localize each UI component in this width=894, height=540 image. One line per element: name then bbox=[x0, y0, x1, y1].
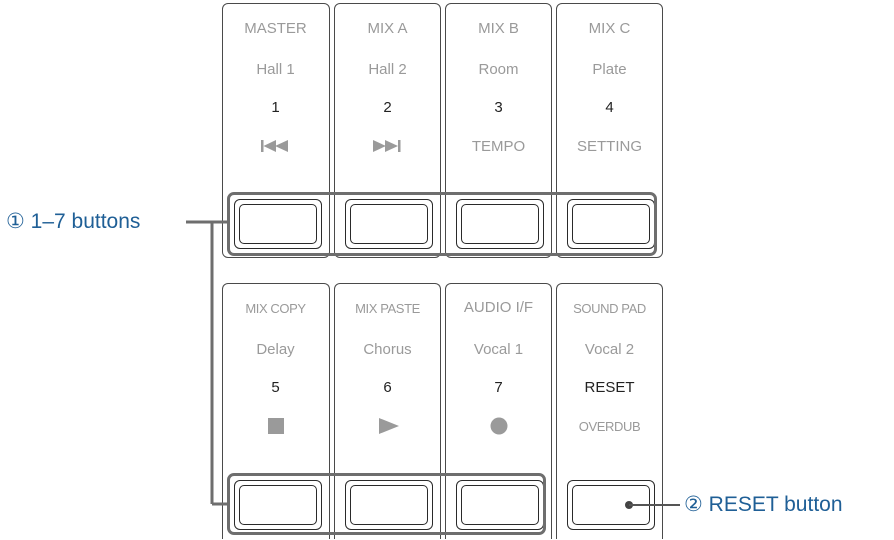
callout-reset-button: ② RESET button bbox=[684, 493, 843, 516]
callout-lines bbox=[186, 220, 680, 509]
callout-buttons-1-7: ① 1–7 buttons bbox=[6, 210, 141, 233]
